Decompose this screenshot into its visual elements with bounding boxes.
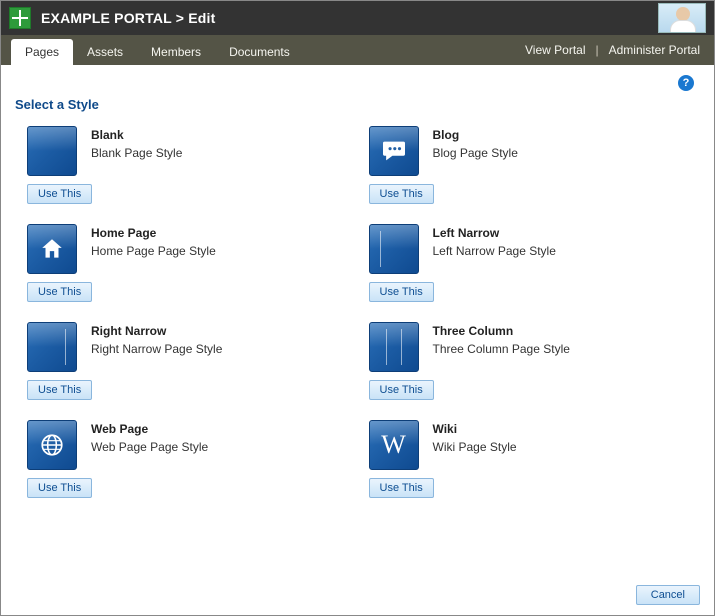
style-desc: Web Page Page Style [91,440,208,454]
nav-separator: | [590,43,605,57]
left-narrow-icon [369,224,419,274]
portal-app-icon [9,7,31,29]
style-title: Web Page [91,422,208,436]
content-area: ? Select a Style Blank Blank Page Style … [1,65,714,498]
breadcrumb-separator: > [176,10,184,26]
style-card-blank: Blank Blank Page Style Use This [27,126,359,204]
style-title: Blog [433,128,518,142]
style-desc: Wiki Page Style [433,440,517,454]
tab-label: Members [151,45,201,59]
style-title: Home Page [91,226,216,240]
style-card-left-narrow: Left Narrow Left Narrow Page Style Use T… [369,224,701,302]
tab-pages[interactable]: Pages [11,39,73,65]
help-icon[interactable]: ? [678,75,694,91]
home-icon [27,224,77,274]
section-title: Select a Style [15,91,700,126]
three-column-icon [369,322,419,372]
style-card-wiki: W Wiki Wiki Page Style Use This [369,420,701,498]
footer: Cancel [636,585,700,605]
use-this-button-three-column[interactable]: Use This [369,380,434,400]
style-card-right-narrow: Right Narrow Right Narrow Page Style Use… [27,322,359,400]
style-desc: Three Column Page Style [433,342,570,356]
use-this-button-blank[interactable]: Use This [27,184,92,204]
administer-portal-link[interactable]: Administer Portal [605,43,704,57]
portal-name: EXAMPLE PORTAL [41,10,172,26]
cancel-button[interactable]: Cancel [636,585,700,605]
nav-right-links: View Portal | Administer Portal [521,35,704,65]
style-title: Right Narrow [91,324,222,338]
page-mode: Edit [188,10,215,26]
blank-icon [27,126,77,176]
use-this-button-home[interactable]: Use This [27,282,92,302]
breadcrumb: EXAMPLE PORTAL > Edit [41,10,215,26]
use-this-button-wiki[interactable]: Use This [369,478,434,498]
tab-label: Pages [25,45,59,59]
tab-assets[interactable]: Assets [73,39,137,65]
web-page-icon [27,420,77,470]
style-title: Wiki [433,422,517,436]
wiki-icon: W [369,420,419,470]
style-desc: Home Page Page Style [91,244,216,258]
style-card-blog: Blog Blog Page Style Use This [369,126,701,204]
tab-label: Documents [229,45,290,59]
main-tabs: Pages Assets Members Documents [11,35,304,65]
style-card-three-column: Three Column Three Column Page Style Use… [369,322,701,400]
user-avatar[interactable] [658,3,706,33]
style-title: Left Narrow [433,226,556,240]
style-grid: Blank Blank Page Style Use This Blog Blo… [15,126,700,498]
style-desc: Right Narrow Page Style [91,342,222,356]
style-desc: Blank Page Style [91,146,182,160]
tab-label: Assets [87,45,123,59]
view-portal-link[interactable]: View Portal [521,43,589,57]
style-desc: Left Narrow Page Style [433,244,556,258]
style-title: Blank [91,128,182,142]
style-card-web-page: Web Page Web Page Page Style Use This [27,420,359,498]
blog-icon [369,126,419,176]
tab-documents[interactable]: Documents [215,39,304,65]
style-desc: Blog Page Style [433,146,518,160]
style-title: Three Column [433,324,570,338]
use-this-button-left-narrow[interactable]: Use This [369,282,434,302]
use-this-button-web-page[interactable]: Use This [27,478,92,498]
use-this-button-right-narrow[interactable]: Use This [27,380,92,400]
top-bar: EXAMPLE PORTAL > Edit [1,1,714,35]
nav-row: Pages Assets Members Documents View Port… [1,35,714,65]
tab-members[interactable]: Members [137,39,215,65]
right-narrow-icon [27,322,77,372]
use-this-button-blog[interactable]: Use This [369,184,434,204]
style-card-home: Home Page Home Page Page Style Use This [27,224,359,302]
